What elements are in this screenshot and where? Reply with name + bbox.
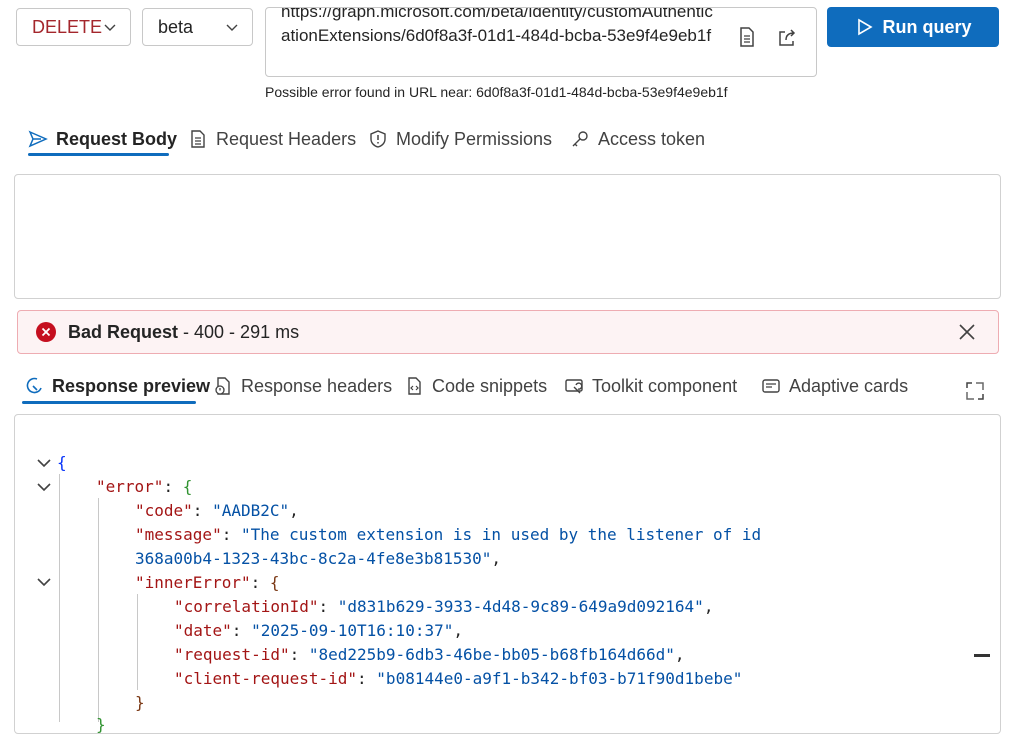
key-icon bbox=[572, 131, 588, 147]
json-line: "client-request-id": "b08144e0-a9f1-b342… bbox=[174, 669, 743, 688]
status-title: Bad Request bbox=[68, 321, 179, 342]
json-value: "b08144e0-a9f1-b342-bf03-b71f90d1bebe" bbox=[376, 669, 743, 688]
tab-access-token[interactable]: Access token bbox=[570, 125, 705, 153]
tab-request-body[interactable]: Request Body bbox=[28, 125, 177, 153]
json-line: "message": "The custom extension is in u… bbox=[135, 525, 762, 544]
chevron-down-icon bbox=[226, 24, 238, 31]
shield-icon bbox=[370, 130, 386, 148]
tab-toolkit-component[interactable]: Toolkit component bbox=[564, 372, 737, 400]
play-icon bbox=[858, 18, 874, 36]
status-detail: - 400 - 291 ms bbox=[178, 321, 300, 342]
json-line: } bbox=[135, 693, 145, 712]
tab-adaptive-cards[interactable]: Adaptive cards bbox=[761, 372, 908, 400]
json-line: 368a00b4-1323-43bc-8c2a-4fe8e3b81530", bbox=[135, 549, 502, 568]
tab-code-snippets[interactable]: Code snippets bbox=[404, 372, 547, 400]
json-line: "request-id": "8ed225b9-6db3-46be-bb05-b… bbox=[174, 645, 685, 664]
json-value: "8ed225b9-6db3-46be-bb05-b68fb164d66d" bbox=[308, 645, 675, 664]
tab-label: Modify Permissions bbox=[396, 128, 553, 149]
status-message-bar: Bad Request - 400 - 291 ms bbox=[17, 310, 999, 354]
document-icon bbox=[215, 377, 230, 395]
json-key: "date" bbox=[174, 621, 232, 640]
indent-guide bbox=[137, 594, 138, 690]
tab-request-headers[interactable]: Request Headers bbox=[188, 125, 356, 153]
tab-response-headers[interactable]: Response headers bbox=[213, 372, 392, 400]
json-value: "The custom extension is in used by the … bbox=[240, 525, 762, 544]
tab-label: Response headers bbox=[241, 375, 393, 396]
version-label: beta bbox=[158, 16, 194, 37]
json-key: "correlationId" bbox=[174, 597, 319, 616]
json-value: 368a00b4-1323-43bc-8c2a-4fe8e3b81530" bbox=[135, 549, 492, 568]
tab-label: Request Headers bbox=[216, 128, 357, 149]
tab-label: Code snippets bbox=[432, 375, 548, 396]
json-key: "error" bbox=[96, 477, 164, 496]
active-tab-indicator bbox=[28, 153, 169, 156]
run-query-button[interactable]: Run query bbox=[827, 7, 999, 47]
tab-response-preview[interactable]: Response preview bbox=[24, 372, 210, 400]
tab-label: Adaptive cards bbox=[789, 375, 909, 396]
json-line: } bbox=[96, 715, 106, 734]
method-label: DELETE bbox=[32, 16, 103, 37]
share-icon[interactable] bbox=[776, 26, 798, 48]
json-line: "date": "2025-09-10T16:10:37", bbox=[174, 621, 463, 640]
json-line: { bbox=[57, 453, 67, 472]
tab-label: Response preview bbox=[52, 375, 211, 396]
preview-icon bbox=[26, 377, 42, 394]
card-icon bbox=[762, 379, 780, 393]
url-text[interactable]: https://graph.microsoft.com/beta/identit… bbox=[281, 8, 721, 48]
close-icon[interactable] bbox=[958, 323, 976, 341]
json-line: "innerError": { bbox=[135, 573, 280, 592]
json-key: "innerError" bbox=[135, 573, 251, 592]
url-error-message: Possible error found in URL near: 6d0f8a… bbox=[265, 84, 728, 100]
chevron-down-icon bbox=[104, 24, 116, 31]
indent-guide bbox=[98, 498, 99, 722]
tab-label: Access token bbox=[598, 128, 706, 149]
json-value: "2025-09-10T16:10:37" bbox=[251, 621, 454, 640]
document-icon bbox=[191, 130, 205, 148]
window-edge bbox=[1016, 0, 1020, 722]
toolkit-icon bbox=[565, 379, 583, 394]
indent-guide bbox=[59, 474, 60, 722]
json-value: "d831b629-3933-4d48-9c89-649a9d092164" bbox=[337, 597, 704, 616]
url-input[interactable]: https://graph.microsoft.com/beta/identit… bbox=[265, 7, 817, 77]
send-icon bbox=[28, 130, 48, 148]
json-key: "message" bbox=[135, 525, 222, 544]
json-value: "AADB2C" bbox=[212, 501, 290, 520]
expand-icon[interactable] bbox=[964, 380, 986, 402]
json-key: "code" bbox=[135, 501, 193, 520]
fold-chevron-icon[interactable] bbox=[35, 573, 53, 591]
json-line: "error": { bbox=[96, 477, 193, 496]
method-dropdown[interactable]: DELETE bbox=[16, 8, 131, 46]
minimize-icon[interactable] bbox=[974, 654, 990, 657]
fold-chevron-icon[interactable] bbox=[35, 478, 53, 496]
document-icon[interactable] bbox=[736, 26, 758, 48]
tab-modify-permissions[interactable]: Modify Permissions bbox=[368, 125, 552, 153]
run-query-label: Run query bbox=[882, 16, 972, 37]
request-body-editor[interactable] bbox=[14, 174, 1001, 299]
fold-chevron-icon[interactable] bbox=[35, 454, 53, 472]
tab-label: Toolkit component bbox=[592, 375, 738, 396]
json-line: "code": "AADB2C", bbox=[135, 501, 299, 520]
error-icon bbox=[36, 322, 56, 342]
code-icon bbox=[408, 377, 421, 395]
json-line: "correlationId": "d831b629-3933-4d48-9c8… bbox=[174, 597, 714, 616]
tab-label: Request Body bbox=[56, 128, 178, 149]
json-key: "client-request-id" bbox=[174, 669, 358, 688]
json-key: "request-id" bbox=[174, 645, 290, 664]
version-dropdown[interactable]: beta bbox=[142, 8, 253, 46]
active-tab-indicator bbox=[22, 401, 196, 404]
